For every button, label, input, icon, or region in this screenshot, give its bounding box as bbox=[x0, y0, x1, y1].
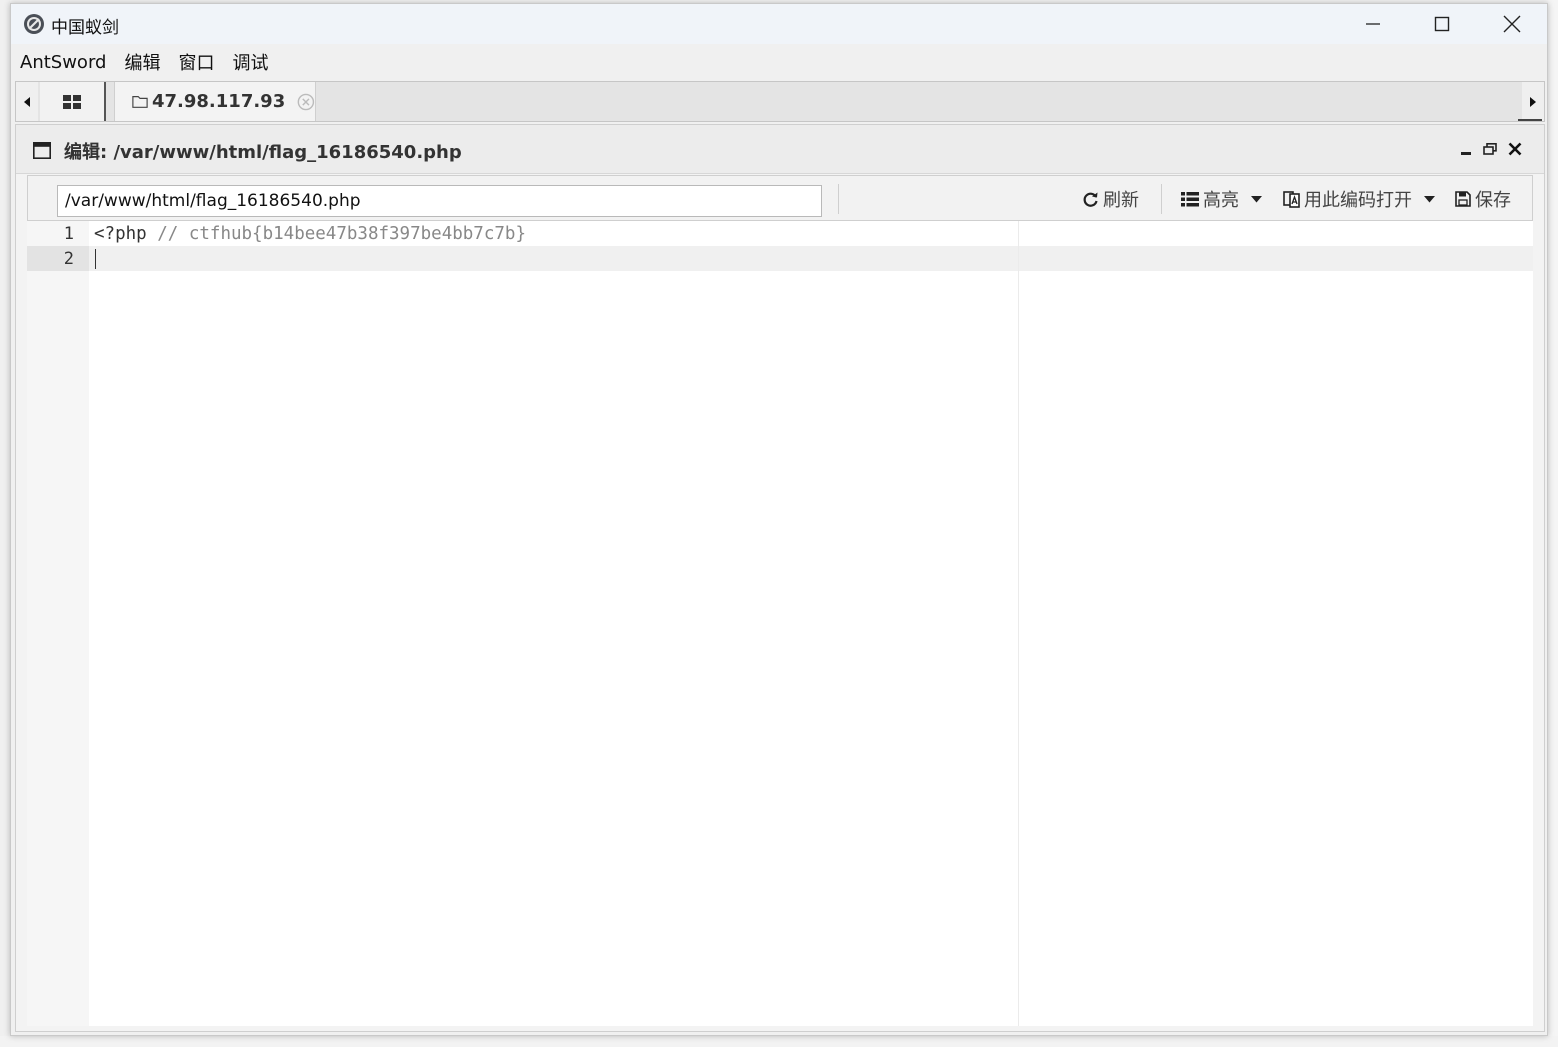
panel-minimize-button[interactable] bbox=[1456, 139, 1476, 159]
refresh-button[interactable]: 刷新 bbox=[1082, 186, 1139, 212]
maximize-button[interactable] bbox=[1408, 4, 1476, 44]
folder-icon bbox=[132, 96, 148, 108]
active-line-highlight bbox=[89, 246, 1533, 271]
restore-icon bbox=[1483, 143, 1497, 155]
code-editor[interactable]: 1 2 <?php // ctfhub{b14bee47b38f397be4bb… bbox=[27, 221, 1533, 1026]
antsword-logo-icon bbox=[24, 14, 44, 34]
minimize-icon bbox=[1366, 23, 1380, 25]
save-label: 保存 bbox=[1475, 190, 1511, 211]
title-bar: 中国蚁剑 bbox=[11, 4, 1547, 44]
window-icon bbox=[33, 142, 51, 159]
background-right bbox=[1548, 0, 1558, 1047]
open-with-encoding-dropdown[interactable]: 用此编码打开 bbox=[1283, 186, 1439, 212]
tab-home-grid[interactable] bbox=[40, 82, 106, 121]
menu-antsword[interactable]: AntSword bbox=[11, 52, 115, 73]
translate-icon bbox=[1283, 190, 1300, 208]
code-line: <?php // ctfhub{b14bee47b38f397be4bb7c7b… bbox=[94, 224, 526, 244]
tab-scroll-left-button[interactable] bbox=[16, 82, 38, 121]
background-bottom bbox=[0, 1036, 1558, 1047]
tab-host-label: 47.98.117.93 bbox=[152, 91, 286, 112]
tab-scroll-right-button[interactable] bbox=[1522, 82, 1544, 121]
panel-close-button[interactable] bbox=[1505, 139, 1525, 159]
app-window: 中国蚁剑 AntSword 编辑 窗口 调试 47.98.117.93 编辑: … bbox=[10, 3, 1548, 1036]
maximize-icon bbox=[1434, 16, 1450, 32]
grid-icon bbox=[63, 94, 81, 109]
triangle-right-icon bbox=[1530, 96, 1536, 107]
minimize-button[interactable] bbox=[1339, 4, 1407, 44]
open-with-encoding-label: 用此编码打开 bbox=[1304, 190, 1412, 211]
refresh-icon bbox=[1083, 192, 1098, 207]
file-path-input[interactable] bbox=[57, 185, 822, 217]
panel-title: 编辑: /var/www/html/flag_16186540.php bbox=[64, 142, 462, 163]
php-open-tag: <?php bbox=[94, 224, 147, 244]
close-icon bbox=[1503, 15, 1521, 33]
list-icon bbox=[1181, 191, 1199, 206]
tab-active-indicator bbox=[1518, 119, 1542, 121]
panel-header: 编辑: /var/www/html/flag_16186540.php bbox=[16, 125, 1544, 174]
highlight-dropdown[interactable]: 高亮 bbox=[1181, 186, 1266, 212]
caret-down-icon bbox=[1251, 195, 1262, 202]
background-left bbox=[0, 0, 10, 1047]
triangle-left-icon bbox=[24, 96, 30, 107]
window-title: 中国蚁剑 bbox=[51, 18, 119, 38]
text-cursor bbox=[95, 249, 96, 269]
menu-bar: AntSword 编辑 窗口 调试 bbox=[11, 44, 1547, 80]
menu-edit[interactable]: 编辑 bbox=[115, 49, 169, 75]
menu-debug[interactable]: 调试 bbox=[223, 49, 277, 75]
line-number: 1 bbox=[63, 224, 74, 244]
close-icon bbox=[1508, 142, 1522, 156]
toolbar-separator bbox=[1161, 184, 1162, 214]
close-window-button[interactable] bbox=[1478, 4, 1546, 44]
floppy-disk-icon bbox=[1455, 191, 1471, 207]
highlight-label: 高亮 bbox=[1203, 190, 1239, 211]
toolbar-separator bbox=[838, 184, 839, 214]
panel-restore-button[interactable] bbox=[1480, 139, 1500, 159]
tab-bar: 47.98.117.93 bbox=[15, 81, 1545, 122]
line-number: 2 bbox=[63, 249, 74, 269]
menu-window[interactable]: 窗口 bbox=[169, 49, 223, 75]
print-margin bbox=[1018, 221, 1019, 1026]
refresh-label: 刷新 bbox=[1103, 190, 1139, 211]
minimize-icon bbox=[1461, 152, 1471, 155]
editor-panel: 编辑: /var/www/html/flag_16186540.php /var… bbox=[15, 124, 1545, 1032]
save-button[interactable]: 保存 bbox=[1455, 186, 1511, 212]
code-comment: // ctfhub{b14bee47b38f397be4bb7c7b} bbox=[157, 224, 526, 244]
line-number-gutter bbox=[27, 221, 89, 1026]
editor-toolbar: 刷新 高亮 用此编码打开 bbox=[27, 175, 1533, 221]
tab-close-icon[interactable] bbox=[297, 92, 315, 112]
caret-down-icon bbox=[1424, 195, 1435, 202]
tab-host[interactable]: 47.98.117.93 bbox=[114, 82, 316, 121]
